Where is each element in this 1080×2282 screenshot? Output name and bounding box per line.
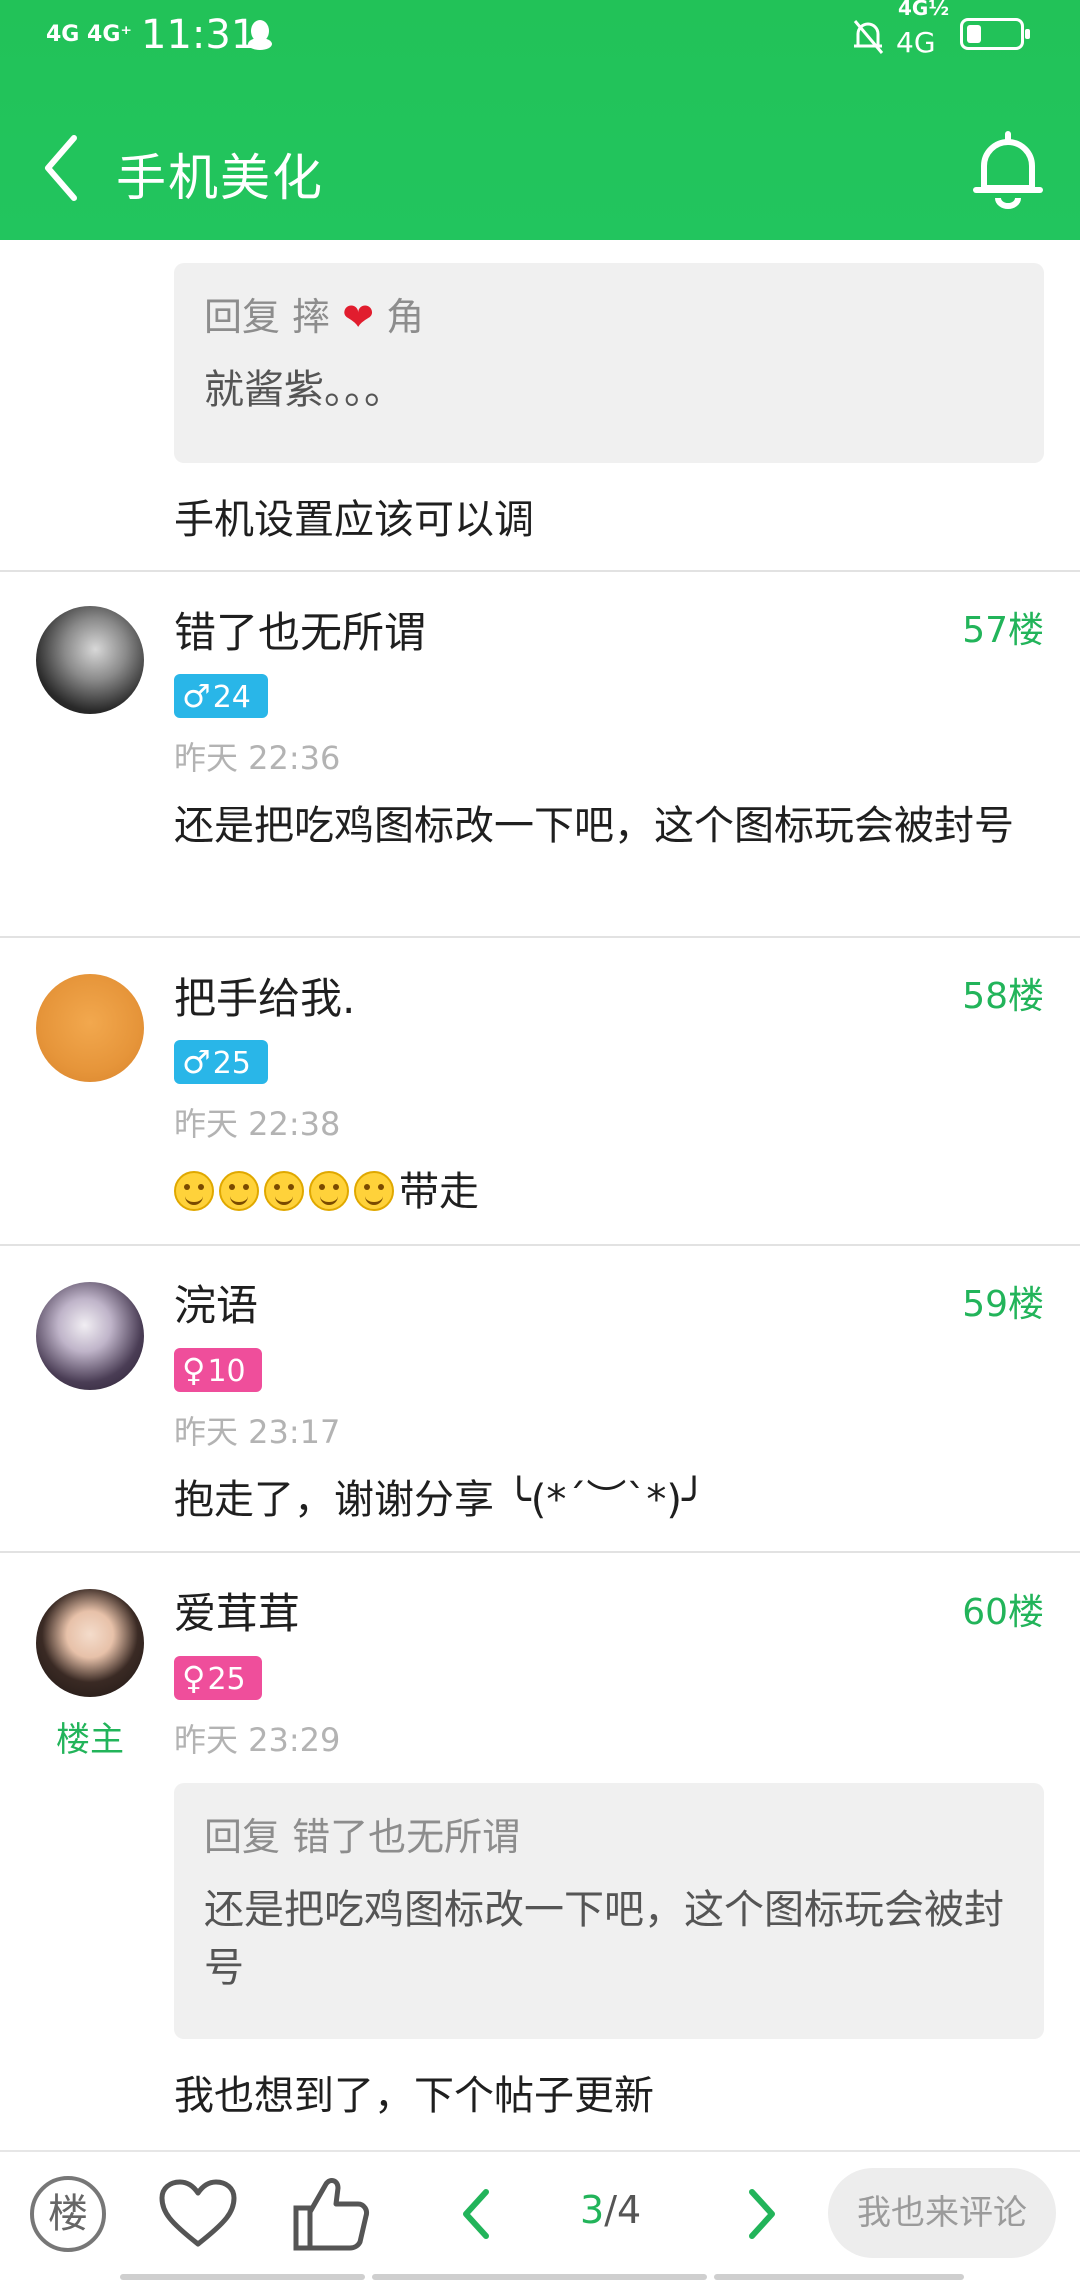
app-header: 4G 4G⁺ 11:31 4G½ 4G 手机美化 [0,0,1080,240]
jump-floor-button[interactable]: 楼 [30,2176,106,2252]
gender-level-badge: ♀25 [174,1656,262,1700]
gesture-bar [0,2274,1080,2282]
post-text: 带走 [174,1164,1044,1220]
post-text: 还是把吃鸡图标改一下吧，这个图标玩会被封号 [174,803,1014,849]
quote-text: 就酱紫。。。 [204,367,404,413]
thumbs-up-icon[interactable] [290,2174,370,2254]
avatar[interactable] [36,1589,144,1697]
post-time: 昨天 23:29 [174,1721,341,1759]
grin-emoji-icon [264,1171,304,1211]
quote-prefix: 回复 摔 [204,295,331,339]
network-indicator-3: 4G [896,26,936,59]
floor-number: 60楼 [962,1592,1044,1633]
quoted-reply[interactable]: 回复 错了也无所谓 还是把吃鸡图标改一下吧，这个图标玩会被封号 [174,1783,1044,2039]
gender-level-badge: ♂25 [174,1040,268,1084]
status-time: 11:31 [141,12,257,58]
male-icon: ♂ [182,677,211,715]
page-indicator: 3/4 [580,2188,641,2232]
quoted-reply[interactable]: 回复 摔 ❤ 角 就酱紫。。。 [174,263,1044,463]
network-indicator: 4G 4G⁺ [46,22,133,47]
divider [0,936,1080,938]
female-icon: ♀ [182,1659,206,1697]
divider [0,570,1080,572]
qq-icon [248,20,272,50]
notification-bell-icon[interactable] [970,130,1046,210]
status-bar: 4G 4G⁺ 11:31 4G½ 4G [0,0,1080,74]
bottom-action-bar: 楼 3/4 我也来评论 [0,2150,1080,2282]
favorite-heart-icon[interactable] [158,2178,238,2250]
post-text: 抱走了，谢谢分享 ╰(*´︶`*)╯ [174,1477,707,1523]
female-icon: ♀ [182,1351,206,1389]
back-arrow-icon[interactable] [40,132,84,204]
username[interactable]: 浣语 [174,1278,258,1334]
quote-header: 回复 错了也无所谓 [204,1815,521,1859]
quote-header: 回复 摔 ❤ 角 [204,289,1014,345]
quote-text: 还是把吃鸡图标改一下吧，这个图标玩会被封号 [204,1887,1004,1991]
grin-emoji-icon [219,1171,259,1211]
battery-icon [960,18,1030,50]
quote-suffix: 角 [386,295,425,339]
total-pages: /4 [604,2188,642,2232]
user-level: 25 [212,1046,251,1081]
page-title: 手机美化 [116,149,324,207]
username[interactable]: 错了也无所谓 [174,605,426,661]
floor-number: 58楼 [962,976,1044,1017]
network-indicator-2: 4G½ [898,0,950,20]
owner-label: 楼主 [56,1720,124,1760]
user-level: 24 [212,680,251,715]
post-text-tail: 带走 [399,1169,479,1215]
comment-button[interactable]: 我也来评论 [828,2168,1056,2258]
male-icon: ♂ [182,1043,211,1081]
mute-bell-icon [853,20,884,54]
heart-emoji-icon: ❤ [342,295,375,339]
current-page: 3 [580,2188,605,2232]
divider [0,1244,1080,1246]
avatar[interactable] [36,606,144,714]
previous-page-icon[interactable] [458,2188,494,2240]
username[interactable]: 把手给我. [174,971,355,1027]
post-time: 昨天 22:36 [174,739,341,777]
avatar[interactable] [36,974,144,1082]
gender-level-badge: ♀10 [174,1348,262,1392]
reply-list: 回复 摔 ❤ 角 就酱紫。。。 手机设置应该可以调 错了也无所谓 57楼 ♂24… [0,240,1080,2150]
user-level: 10 [207,1354,246,1389]
post-time: 昨天 22:38 [174,1105,341,1143]
post-text: 我也想到了，下个帖子更新 [174,2073,654,2119]
smile-emoji-icon [309,1171,349,1211]
divider [0,1551,1080,1553]
floor-number: 57楼 [962,610,1044,651]
grin-emoji-icon [174,1171,214,1211]
gender-level-badge: ♂24 [174,674,268,718]
username[interactable]: 爱茸茸 [174,1586,300,1642]
floor-number: 59楼 [962,1284,1044,1325]
post-text: 手机设置应该可以调 [174,497,534,543]
next-page-icon[interactable] [744,2188,780,2240]
avatar[interactable] [36,1282,144,1390]
user-level: 25 [207,1662,246,1697]
smile-emoji-icon [354,1171,394,1211]
post-time: 昨天 23:17 [174,1413,341,1451]
